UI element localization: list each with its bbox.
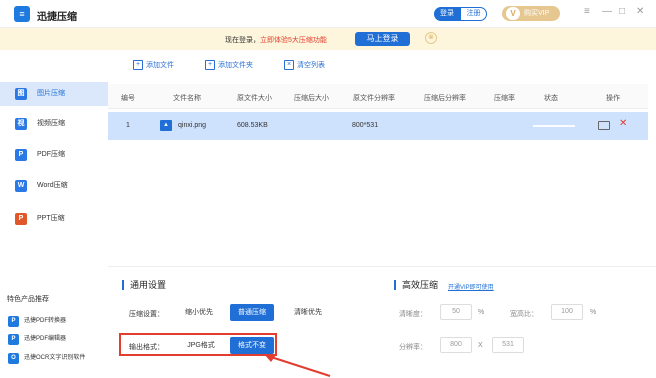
highlight-box xyxy=(119,333,277,356)
width-ratio-unit: % xyxy=(590,309,597,316)
advanced-compress-title: 高效压缩 xyxy=(394,280,438,290)
pointer-arrow-icon xyxy=(264,354,331,377)
ocr-icon: O xyxy=(8,353,19,364)
general-settings-title: 通用设置 xyxy=(122,280,166,290)
col-ratio: 压缩率 xyxy=(494,95,515,102)
product-label: 迅捷PDF编辑器 xyxy=(24,336,67,342)
sidebar-item-pdf[interactable]: P PDF压缩 xyxy=(0,143,108,167)
sidebar-item-label: 视频压缩 xyxy=(37,120,65,127)
close-icon[interactable]: ✕ xyxy=(636,6,644,17)
vip-unlock-link[interactable]: 开通VIP即可使用 xyxy=(448,282,494,291)
add-folder-icon: + xyxy=(205,60,215,71)
pdf-editor-icon: P xyxy=(8,334,19,345)
sidebar-item-word[interactable]: W Word压缩 xyxy=(0,174,108,198)
word-compress-icon: W xyxy=(15,180,27,192)
clarity-unit: % xyxy=(478,309,485,316)
compress-option-normal[interactable]: 普通压缩 xyxy=(230,304,274,321)
notice-prefix: 现在登录， xyxy=(225,37,260,44)
add-folder-label: 添加文件夹 xyxy=(218,62,253,69)
notice-text: 现在登录，立即体验5大压缩功能 xyxy=(225,35,327,45)
resolution-height-input[interactable]: 531 xyxy=(492,337,524,353)
title-bar: ≡ 迅捷压缩 登录 注册 V 购买VIP ≡ — □ ✕ xyxy=(0,0,656,28)
vip-icon: V xyxy=(506,7,520,20)
col-compressed-size: 压缩后大小 xyxy=(294,95,329,102)
col-name: 文件名称 xyxy=(173,95,201,102)
sidebar-item-label: PDF压缩 xyxy=(37,151,65,158)
notice-bar: 现在登录，立即体验5大压缩功能 马上登录 ⊗ xyxy=(0,28,656,50)
table-row[interactable]: 1 ▲ qinxi.png 608.53KB 800*531 ✕ xyxy=(108,112,648,140)
width-ratio-input[interactable]: 100 xyxy=(551,304,583,320)
resolution-width-input[interactable]: 800 xyxy=(440,337,472,353)
sidebar-item-ppt[interactable]: P PPT压缩 xyxy=(0,207,108,231)
status-progress-bar xyxy=(533,125,575,127)
sidebar-item-label: 图片压缩 xyxy=(37,90,65,97)
image-file-icon: ▲ xyxy=(160,120,172,131)
row-index: 1 xyxy=(126,122,130,129)
register-button[interactable]: 注册 xyxy=(460,7,487,21)
col-original-size: 原文件大小 xyxy=(237,95,272,102)
compress-option-clear[interactable]: 清晰优先 xyxy=(288,304,328,321)
product-pdf-converter[interactable]: P 迅捷PDF转换器 xyxy=(8,315,66,327)
clarity-input[interactable]: 50 xyxy=(440,304,472,320)
add-file-button[interactable]: + 添加文件 xyxy=(133,60,174,72)
settings-panel: 通用设置 压缩设置： 缩小优先 普通压缩 清晰优先 输出格式： JPG格式 格式… xyxy=(108,266,656,378)
add-folder-button[interactable]: + 添加文件夹 xyxy=(205,60,253,72)
product-label: 迅捷PDF转换器 xyxy=(24,318,67,324)
notice-highlight: 立即体验5大压缩功能 xyxy=(260,37,327,44)
compress-option-smaller[interactable]: 缩小优先 xyxy=(179,304,219,321)
row-original-resolution: 800*531 xyxy=(352,122,379,129)
open-folder-icon[interactable] xyxy=(598,121,610,130)
trash-icon: × xyxy=(284,60,294,71)
login-button[interactable]: 登录 xyxy=(434,7,460,21)
col-status: 状态 xyxy=(544,95,558,102)
buy-vip-label: 购买VIP xyxy=(524,10,550,17)
resolution-separator: X xyxy=(478,342,483,349)
maximize-icon[interactable]: □ xyxy=(619,6,625,17)
app-title: 迅捷压缩 xyxy=(37,12,77,23)
table-header: 编号 文件名称 原文件大小 压缩后大小 原文件分辨率 压缩后分辨率 压缩率 状态… xyxy=(108,84,648,109)
video-compress-icon: 视 xyxy=(15,118,27,130)
add-file-icon: + xyxy=(133,60,143,71)
delete-icon[interactable]: ✕ xyxy=(619,118,627,129)
product-pdf-editor[interactable]: P 迅捷PDF编辑器 xyxy=(8,333,66,345)
compress-settings-label: 压缩设置： xyxy=(129,311,164,318)
image-compress-icon: 图 xyxy=(15,88,27,100)
clear-list-button[interactable]: × 清空列表 xyxy=(284,60,325,72)
row-file-name: qinxi.png xyxy=(178,122,207,129)
product-ocr[interactable]: O 迅捷OCR文字识别软件 xyxy=(8,352,85,364)
col-actions: 操作 xyxy=(606,95,620,102)
col-original-resolution: 原文件分辨率 xyxy=(353,95,395,102)
notice-close-icon[interactable]: ⊗ xyxy=(425,32,437,44)
app-logo-icon: ≡ xyxy=(14,6,30,22)
sidebar-item-label: Word压缩 xyxy=(37,182,68,189)
products-title: 特色产品推荐 xyxy=(7,296,49,303)
pdf-converter-icon: P xyxy=(8,316,19,327)
sidebar: 图 图片压缩 视 视频压缩 P PDF压缩 W Word压缩 P PPT压缩 特… xyxy=(0,50,108,378)
add-file-label: 添加文件 xyxy=(146,62,174,69)
resolution-label: 分辨率： xyxy=(399,344,427,351)
product-label: 迅捷OCR文字识别软件 xyxy=(24,355,86,361)
notice-login-button[interactable]: 马上登录 xyxy=(355,32,410,46)
sidebar-item-image[interactable]: 图 图片压缩 xyxy=(0,82,108,106)
pdf-compress-icon: P xyxy=(15,149,27,161)
width-ratio-label: 宽高比： xyxy=(510,311,538,318)
clear-list-label: 清空列表 xyxy=(297,62,325,69)
col-compressed-resolution: 压缩后分辨率 xyxy=(424,95,466,102)
minimize-icon[interactable]: — xyxy=(602,6,612,17)
col-index: 编号 xyxy=(121,95,135,102)
clarity-label: 清晰度： xyxy=(399,311,427,318)
buy-vip-button[interactable]: V 购买VIP xyxy=(502,6,560,21)
ppt-compress-icon: P xyxy=(15,213,27,225)
sidebar-item-video[interactable]: 视 视频压缩 xyxy=(0,112,108,136)
sidebar-item-label: PPT压缩 xyxy=(37,215,65,222)
menu-icon[interactable]: ≡ xyxy=(584,6,590,17)
row-original-size: 608.53KB xyxy=(237,122,268,129)
